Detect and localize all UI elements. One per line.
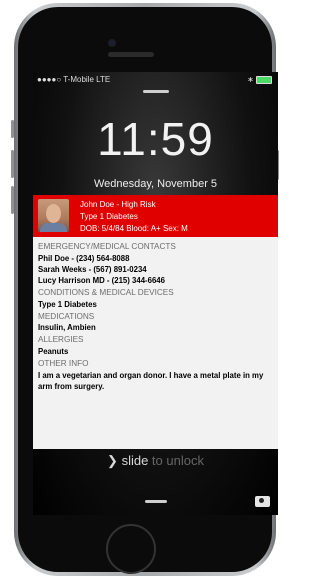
contact-item: Phil Doe - (234) 564-8088 [38, 253, 130, 263]
alert-text: John Doe - High Risk Type 1 Diabetes DOB… [80, 199, 188, 235]
earpiece-speaker [108, 52, 154, 57]
camera-icon[interactable] [255, 496, 270, 507]
avatar-shirt [40, 223, 67, 232]
home-button[interactable] [106, 524, 156, 574]
alert-condition: Type 1 Diabetes [80, 212, 138, 221]
other-info-heading: OTHER INFO [38, 359, 89, 369]
medications-heading: MEDICATIONS [38, 311, 95, 321]
alert-title: John Doe - High Risk [80, 200, 156, 209]
emergency-contacts-heading: EMERGENCY/MEDICAL CONTACTS [38, 242, 176, 251]
medical-info-card: EMERGENCY/MEDICAL CONTACTS Phil Doe - (2… [33, 237, 278, 449]
volume-up-button [11, 150, 14, 178]
other-info-value: I am a vegetarian and organ donor. I hav… [38, 370, 264, 391]
status-right: ∗ [247, 72, 272, 88]
chevron-right-icon: ❯ [107, 453, 118, 468]
volume-down-button [11, 186, 14, 214]
carrier-label: ●●●●○ T-Mobile LTE [37, 75, 111, 84]
contact-item: Sarah Weeks - (567) 891-0234 [38, 264, 147, 274]
allergies-value: Peanuts [38, 347, 69, 357]
lock-screen: ●●●●○ T-Mobile LTE ∗ 11:59 Wednesday, No… [33, 72, 278, 515]
notification-grabber[interactable] [142, 90, 169, 93]
mute-switch [11, 120, 14, 138]
allergies-heading: ALLERGIES [38, 335, 84, 345]
avatar-face [46, 204, 61, 223]
conditions-value: Type 1 Diabetes [38, 299, 97, 309]
front-camera-icon [108, 39, 116, 47]
clock-date: Wednesday, November 5 [93, 178, 218, 190]
conditions-heading: CONDITIONS & MEDICAL DEVICES [38, 287, 174, 297]
slide-to-unlock[interactable]: ❯ slide to unlock [33, 453, 278, 469]
clock-time: 11:59 [97, 113, 214, 165]
bluetooth-icon: ∗ [247, 75, 254, 84]
battery-icon [256, 75, 272, 84]
contact-item: Lucy Harrison MD - (215) 344-6646 [38, 275, 165, 285]
slide-rest-label: to unlock [148, 453, 204, 468]
status-bar: ●●●●○ T-Mobile LTE ∗ [33, 72, 278, 88]
medical-alert-banner[interactable]: John Doe - High Risk Type 1 Diabetes DOB… [33, 195, 278, 237]
alert-details: DOB: 5/4/84 Blood: A+ Sex: M [80, 224, 188, 233]
control-center-grabber[interactable] [144, 500, 167, 503]
avatar [38, 199, 69, 232]
slide-label: slide [121, 453, 149, 468]
medications-value: Insulin, Ambien [38, 323, 96, 333]
